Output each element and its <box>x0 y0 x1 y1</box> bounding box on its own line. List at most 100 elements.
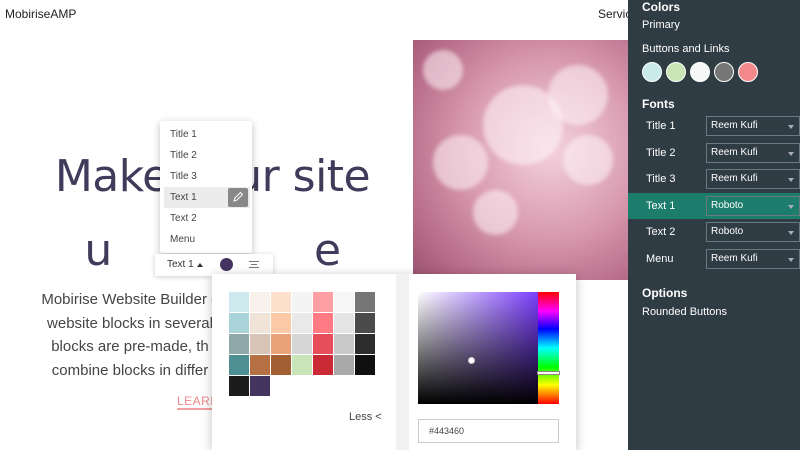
color-swatch[interactable] <box>229 376 249 396</box>
font-row: Menu Reem Kufi <box>628 246 800 272</box>
color-swatch[interactable] <box>355 334 375 354</box>
text-style-menu: Title 1 Title 2 Title 3 Text 1 Text 2 Me… <box>160 121 252 253</box>
theme-color-circle[interactable] <box>666 62 686 82</box>
less-colors-link[interactable]: Less < <box>349 411 382 423</box>
color-swatch[interactable] <box>334 334 354 354</box>
text-style-dropdown[interactable]: Text 1 <box>167 259 194 270</box>
chevron-down-icon <box>788 204 794 209</box>
font-row-label: Title 3 <box>646 173 676 186</box>
hero-text-line: blocks are pre-made, th <box>51 338 209 355</box>
color-swatch[interactable] <box>334 355 354 375</box>
font-row-label: Title 1 <box>646 120 676 132</box>
hero-text-line: website blocks in several <box>47 314 213 332</box>
chevron-down-icon <box>788 125 794 129</box>
style-option-title-2[interactable]: Title 2 <box>160 145 252 166</box>
font-row: Text 2 Roboto <box>628 219 800 245</box>
color-swatch[interactable] <box>355 313 375 333</box>
chevron-down-icon <box>788 178 794 183</box>
font-select-value: Reem Kufi <box>711 253 758 264</box>
color-swatch[interactable] <box>271 355 291 375</box>
color-picker-popup: Less < #443460 <box>212 274 576 450</box>
style-option-title-3[interactable]: Title 3 <box>160 166 252 187</box>
style-option-menu[interactable]: Menu <box>160 229 252 250</box>
font-select-dropdown[interactable]: Reem Kufi <box>706 169 800 190</box>
hero-text-line: Mobirise Website Builder c <box>41 291 219 308</box>
font-row-label: Text 2 <box>646 226 676 239</box>
hero-image[interactable] <box>413 40 643 280</box>
font-select-dropdown[interactable]: Roboto <box>706 195 800 216</box>
color-swatch[interactable] <box>250 376 270 396</box>
brand-logo-text[interactable]: MobiriseAMP <box>5 7 76 21</box>
color-swatch[interactable] <box>355 292 375 312</box>
font-row-label: Text 1 <box>646 199 676 212</box>
color-swatch[interactable] <box>229 355 249 375</box>
primary-color-label: Primary <box>642 19 680 31</box>
color-swatch[interactable] <box>229 334 249 354</box>
color-swatch[interactable] <box>313 355 333 375</box>
font-row-label: Title 2 <box>646 146 676 159</box>
hue-handle[interactable] <box>537 371 560 375</box>
font-row: Text 1 Roboto <box>628 192 800 219</box>
font-select-dropdown[interactable]: Reem Kufi <box>706 249 800 269</box>
color-swatch[interactable] <box>292 313 312 333</box>
editor-canvas: MobiriseAMP Servic Make your site u e Mo… <box>0 0 800 450</box>
design-settings-panel: Colors Primary Buttons and Links Fonts T… <box>628 0 800 450</box>
saturation-handle[interactable] <box>468 357 475 364</box>
buttons-links-label: Buttons and Links <box>642 43 730 55</box>
color-swatch[interactable] <box>229 292 249 312</box>
text-format-toolbar: Text 1 <box>155 254 273 276</box>
font-select-value: Reem Kufi <box>711 120 758 131</box>
hue-slider[interactable] <box>538 292 559 404</box>
color-swatch[interactable] <box>313 292 333 312</box>
font-select-dropdown[interactable]: Reem Kufi <box>706 116 800 136</box>
color-swatch[interactable] <box>334 292 354 312</box>
style-option-title-1[interactable]: Title 1 <box>160 124 252 145</box>
picker-divider <box>396 274 409 450</box>
font-select-value: Roboto <box>711 199 744 211</box>
color-swatch[interactable] <box>271 292 291 312</box>
hero-text-line: combine blocks in differ <box>51 361 209 379</box>
color-swatch[interactable] <box>313 334 333 354</box>
style-option-text-1[interactable]: Text 1 <box>164 187 250 208</box>
color-swatch[interactable] <box>271 334 291 354</box>
fonts-heading: Fonts <box>642 97 675 111</box>
color-swatch[interactable] <box>355 355 375 375</box>
font-select-value: Reem Kufi <box>711 173 758 185</box>
color-swatch[interactable] <box>292 334 312 354</box>
options-heading: Options <box>642 286 688 300</box>
style-option-label: Text 1 <box>170 192 197 203</box>
color-swatch[interactable] <box>292 292 312 312</box>
font-select-value: Reem Kufi <box>711 146 758 158</box>
font-row-label: Menu <box>646 253 674 265</box>
text-color-button[interactable] <box>220 258 233 271</box>
color-swatch[interactable] <box>250 355 270 375</box>
color-swatch[interactable] <box>271 313 291 333</box>
chevron-down-icon <box>788 258 794 262</box>
color-swatch[interactable] <box>250 292 270 312</box>
font-row: Title 2 Reem Kufi <box>628 140 800 166</box>
font-select-dropdown[interactable]: Roboto <box>706 222 800 243</box>
color-swatch[interactable] <box>250 313 270 333</box>
font-select-value: Roboto <box>711 226 744 238</box>
hero-text[interactable]: Mobirise Website Builder c website block… <box>30 288 230 382</box>
theme-color-circle[interactable] <box>690 62 710 82</box>
theme-color-circle[interactable] <box>714 62 734 82</box>
font-row: Title 1 Reem Kufi <box>628 113 800 139</box>
saturation-box[interactable] <box>418 292 539 404</box>
color-swatch[interactable] <box>229 313 249 333</box>
color-swatch[interactable] <box>250 334 270 354</box>
color-swatch[interactable] <box>292 355 312 375</box>
rounded-buttons-label[interactable]: Rounded Buttons <box>642 306 727 318</box>
color-swatch[interactable] <box>313 313 333 333</box>
font-select-dropdown[interactable]: Reem Kufi <box>706 142 800 163</box>
color-swatch[interactable] <box>334 313 354 333</box>
align-center-icon[interactable] <box>249 261 259 270</box>
nav-link-services[interactable]: Servic <box>598 7 631 21</box>
pencil-icon <box>233 191 244 202</box>
edit-style-button[interactable] <box>228 188 248 207</box>
theme-color-circle[interactable] <box>642 62 662 82</box>
style-option-text-2[interactable]: Text 2 <box>160 208 252 229</box>
caret-up-icon <box>197 263 203 267</box>
hex-color-input[interactable]: #443460 <box>418 419 559 443</box>
theme-color-circle[interactable] <box>738 62 758 82</box>
